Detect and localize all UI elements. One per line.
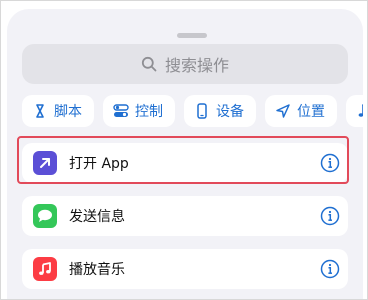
- category-chip-label: 位置: [297, 104, 325, 120]
- category-chip-label: 控制: [135, 104, 163, 120]
- category-chip-label: 脚本: [54, 104, 82, 120]
- action-row-send-message[interactable]: 发送信息: [22, 196, 348, 236]
- info-icon[interactable]: [320, 206, 340, 226]
- category-chip-device[interactable]: 设备: [184, 95, 256, 127]
- action-row-play-music[interactable]: 播放音乐: [22, 249, 348, 289]
- search-placeholder: 搜索操作: [164, 56, 229, 75]
- category-chip-control[interactable]: 控制: [103, 95, 175, 127]
- action-label: 发送信息: [69, 209, 125, 225]
- music-note-icon: [358, 104, 363, 117]
- screen: 搜索操作 脚本 控制 设备 位置 打开 App 发送信息 播放音乐: [0, 0, 368, 300]
- action-label: 播放音乐: [69, 262, 125, 278]
- category-chip-script[interactable]: 脚本: [22, 95, 94, 127]
- category-chips: 脚本 控制 设备 位置: [22, 95, 363, 131]
- music-app-icon: [33, 257, 57, 281]
- info-icon[interactable]: [320, 259, 340, 279]
- category-chip-label: 设备: [216, 104, 244, 120]
- sheet-grabber[interactable]: [177, 33, 207, 38]
- category-chip-media[interactable]: 媒: [346, 95, 363, 127]
- phone-icon: [197, 103, 207, 119]
- search-icon: [141, 56, 157, 72]
- toggle-icon: [113, 104, 129, 117]
- script-icon: [36, 104, 44, 118]
- search-field[interactable]: 搜索操作: [22, 44, 348, 84]
- location-arrow-icon: [276, 104, 290, 118]
- messages-icon: [33, 204, 57, 228]
- category-chip-location[interactable]: 位置: [265, 95, 337, 127]
- selection-highlight: [17, 136, 349, 184]
